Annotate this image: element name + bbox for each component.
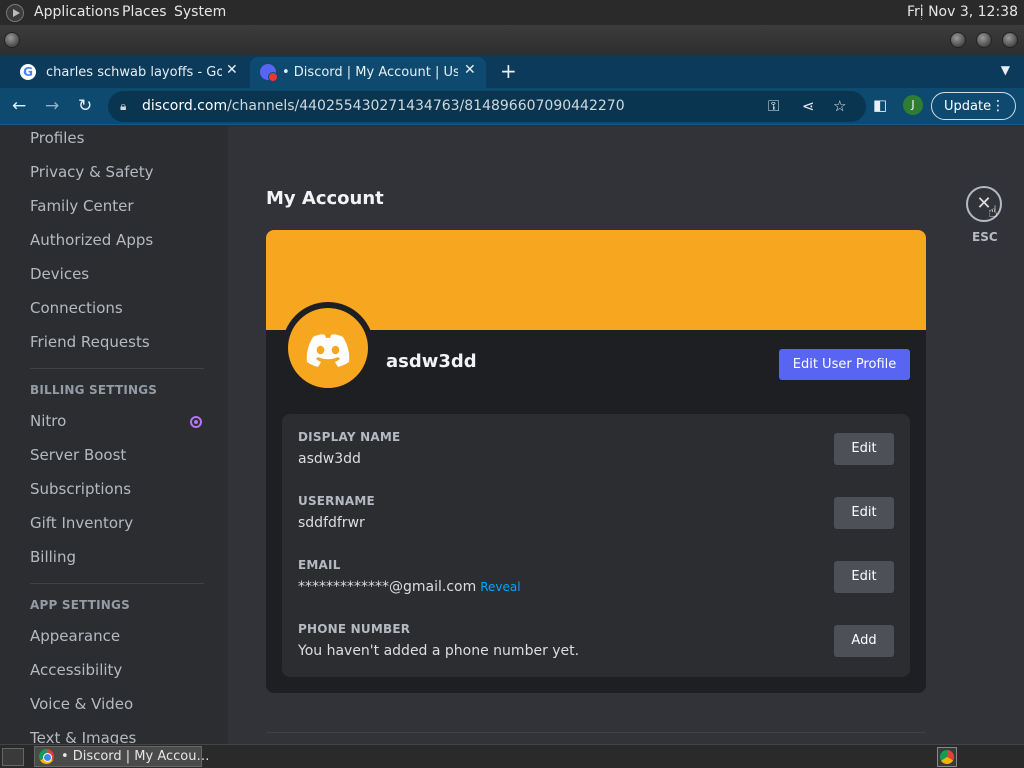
minimize-button[interactable] [950,32,966,48]
account-fields-panel: DISPLAY NAME asdw3dd Edit USERNAME sddfd… [282,414,910,677]
sidebar-item-voice-video[interactable]: Voice & Video [30,695,133,713]
menu-places[interactable]: Places [122,4,167,20]
sidebar-item-billing[interactable]: Billing [30,548,76,566]
new-tab-icon[interactable]: + [500,59,517,83]
profile-avatar[interactable]: J [903,95,923,115]
sidebar-divider [30,368,204,369]
close-tab-icon[interactable]: ✕ [226,62,238,78]
tab-google-search[interactable]: G charles schwab layoffs - Googl ✕ [20,57,246,88]
gnome-foot-icon[interactable] [6,4,24,22]
sidebar-item-accessibility[interactable]: Accessibility [30,661,122,679]
forward-icon[interactable]: → [45,96,59,116]
chrome-icon [39,749,54,764]
phone-number-label: PHONE NUMBER [298,622,411,636]
section-divider [266,732,926,733]
side-panel-icon[interactable]: ◧ [873,96,887,114]
sidebar-item-appearance[interactable]: Appearance [30,627,120,645]
avatar[interactable] [288,308,368,388]
sidebar-item-subscriptions[interactable]: Subscriptions [30,480,131,498]
discord-icon [260,64,278,82]
phone-number-value: You haven't added a phone number yet. [298,643,580,659]
menu-system[interactable]: System [174,4,226,20]
sidebar-item-text-images[interactable]: Text & Images [30,729,136,744]
sidebar-item-family-center[interactable]: Family Center [30,197,134,215]
key-icon[interactable]: ⚿ [768,97,779,115]
url-host: discord.com [142,98,228,114]
account-profile-card: asdw3dd Edit User Profile DISPLAY NAME a… [266,230,926,693]
bookmark-star-icon[interactable]: ☆ [833,97,846,115]
email-value-row: *************@gmail.com Reveal [298,579,521,595]
username-label: USERNAME [298,494,375,508]
window-menu-button[interactable] [4,32,20,48]
nitro-icon [190,416,202,428]
profile-banner [266,230,926,330]
maximize-button[interactable] [976,32,992,48]
taskbar: • Discord | My Accou… [0,744,1024,768]
email-label: EMAIL [298,558,341,572]
edit-user-profile-button[interactable]: Edit User Profile [779,349,910,380]
url-path: /channels/440255430271434763/81489660709… [227,98,625,114]
tab-title: • Discord | My Account | User S [282,65,458,80]
display-name-label: DISPLAY NAME [298,430,401,444]
browser-toolbar: ← → ↻ 🔒︎ discord.com/channels/4402554302… [0,88,1024,125]
clock[interactable]: Fri Nov 3, 12:38 [907,4,1018,20]
hand-cursor-icon: ☝ [988,202,998,221]
tab-discord[interactable]: • Discord | My Account | User S ✕ [250,57,486,88]
system-top-panel: Applications Places System Fri Nov 3, 12… [0,0,1024,25]
display-name-value: asdw3dd [298,451,361,467]
sidebar-item-devices[interactable]: Devices [30,265,89,283]
settings-content: My Account ✕ ESC ☝ asdw3dd Edit User Pro… [228,126,1024,744]
sidebar-item-nitro[interactable]: Nitro [30,412,66,430]
app-settings-header: APP SETTINGS [30,598,130,612]
tab-strip: G charles schwab layoffs - Googl ✕ • Dis… [0,55,1024,88]
avatar-ring [282,302,374,394]
tab-search-chevron-icon[interactable]: ▼ [1001,63,1010,77]
url-text[interactable]: discord.com/channels/440255430271434763/… [142,98,625,114]
discord-logo-icon [306,334,350,367]
menu-applications[interactable]: Applications [34,4,120,20]
esc-label: ESC [972,230,998,244]
update-button[interactable]: Update ⋮ [931,92,1016,120]
sidebar-item-gift-inventory[interactable]: Gift Inventory [30,514,133,532]
window-close-button[interactable] [1002,32,1018,48]
tray-chrome-icon[interactable] [937,747,957,767]
kebab-menu-icon[interactable]: ⋮ [991,98,1005,114]
share-icon[interactable]: ⋖ [802,97,815,115]
reload-icon[interactable]: ↻ [78,96,92,116]
sidebar-item-authorized-apps[interactable]: Authorized Apps [30,231,153,249]
sidebar-item-connections[interactable]: Connections [30,299,123,317]
lock-icon[interactable]: 🔒︎ [120,99,126,114]
taskbar-window-label: • Discord | My Accou… [61,749,210,764]
taskbar-window-discord[interactable]: • Discord | My Accou… [34,746,210,767]
sidebar-item-server-boost[interactable]: Server Boost [30,446,126,464]
settings-sidebar: Profiles Privacy & Safety Family Center … [0,126,228,744]
address-bar[interactable]: 🔒︎ discord.com/channels/4402554302714347… [108,91,866,122]
edit-display-name-button[interactable]: Edit [834,433,894,465]
add-phone-number-button[interactable]: Add [834,625,894,657]
sidebar-divider [30,583,204,584]
google-icon: G [20,64,36,80]
page-title: My Account [266,188,384,209]
tab-title: charles schwab layoffs - Googl [46,65,222,80]
back-icon[interactable]: ← [12,96,26,116]
sidebar-item-friend-requests[interactable]: Friend Requests [30,333,150,351]
edit-username-button[interactable]: Edit [834,497,894,529]
billing-settings-header: BILLING SETTINGS [30,383,158,397]
close-tab-icon[interactable]: ✕ [464,62,476,78]
email-value: *************@gmail.com [298,579,477,595]
edit-email-button[interactable]: Edit [834,561,894,593]
sidebar-item-privacy-safety[interactable]: Privacy & Safety [30,163,154,181]
sidebar-item-profiles[interactable]: Profiles [30,129,84,147]
update-label: Update [944,99,992,114]
profile-username: asdw3dd [386,351,477,372]
reveal-email-link[interactable]: Reveal [480,580,520,594]
username-value: sddfdfrwr [298,515,365,531]
window-titlebar[interactable] [0,25,1024,55]
show-desktop-icon[interactable] [2,748,24,766]
